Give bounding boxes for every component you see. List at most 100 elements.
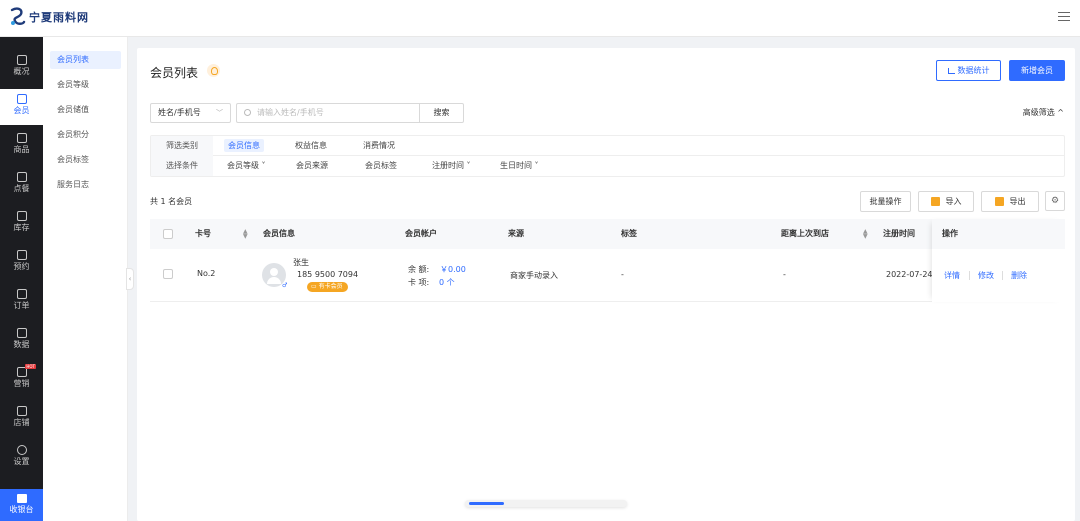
add-member-button[interactable]: 新增会员 [1009, 60, 1065, 81]
operations-column: 操作 详情 修改 删除 [932, 219, 1065, 302]
gear-icon: ⚙ [1050, 196, 1060, 206]
delete-link[interactable]: 删除 [1011, 270, 1027, 281]
chevron-down-icon: ﹀ [216, 109, 223, 117]
data-stats-button[interactable]: 数据统计 [936, 60, 1001, 81]
last-visit-value: - [783, 270, 786, 279]
select-all-checkbox[interactable] [163, 229, 173, 239]
male-icon: ♂ [282, 282, 288, 289]
edit-link[interactable]: 修改 [978, 270, 994, 281]
balance-value[interactable]: ￥0.00 [440, 264, 466, 275]
column-operations: 操作 [932, 219, 1065, 249]
search-button[interactable]: 搜索 [419, 103, 464, 123]
import-button[interactable]: 导入 [918, 191, 974, 212]
nav-item-label: 库存 [13, 223, 30, 232]
table-header: 卡号 ▲ ▼ 会员信息 会员帐户 来源 标签 距离上次到店 ▲ ▼ 注册时间 [150, 219, 1065, 249]
horizontal-scrollbar[interactable] [465, 500, 627, 507]
member-phone: 185 9500 7094 [297, 270, 359, 279]
filter-category-consumption[interactable]: 消费情况 [363, 136, 395, 156]
cashier-icon [16, 494, 27, 503]
nav-item-label: 点餐 [13, 184, 30, 193]
nav-item-data[interactable]: 数据 [0, 323, 43, 359]
column-card-no: 卡号 [195, 229, 211, 238]
nav-item-label: 概况 [13, 67, 30, 76]
row-checkbox[interactable] [163, 269, 173, 279]
sort-icon[interactable]: ▲ ▼ [863, 229, 868, 240]
nav-item-booking[interactable]: 预约 [0, 245, 43, 281]
bar-chart-icon [947, 68, 955, 74]
filter-condition-key: 选择条件 [151, 156, 213, 176]
filter-panel: 筛选类别 会员信息 权益信息 消费情况 选择条件 会员等级 ˅ 会员来源 会员标… [150, 135, 1065, 177]
sub-sidebar: 会员列表 会员等级 会员储值 会员积分 会员标签 服务日志 [43, 37, 128, 521]
filter-category-member-info[interactable]: 会员信息 [224, 139, 264, 152]
divider [969, 271, 970, 280]
calendar-check-icon [16, 250, 27, 260]
search-type-select[interactable]: 姓名/手机号 ﹀ [150, 103, 231, 123]
nav-item-overview[interactable]: 概况 [0, 50, 43, 86]
logo-icon [10, 7, 26, 25]
sort-icon[interactable]: ▲ ▼ [243, 229, 248, 240]
search-type-value: 姓名/手机号 [158, 108, 201, 117]
menu-icon[interactable] [1058, 12, 1070, 22]
subnav-member-list[interactable]: 会员列表 [50, 51, 121, 69]
advanced-filter-toggle[interactable]: 高级筛选 ^ [1023, 107, 1064, 118]
top-bar: 宁夏雨料网 [0, 0, 1080, 37]
divider [1002, 271, 1003, 280]
logo[interactable]: 宁夏雨料网 [9, 6, 89, 28]
main-sidebar: 概况 会员 商品 点餐 库存 预约 订单 数据 HOT 营销 店铺 设置 收银台 [0, 37, 43, 521]
column-register-time: 注册时间 [883, 229, 915, 238]
column-member-account: 会员帐户 [405, 229, 437, 238]
nav-item-label: 会员 [13, 106, 30, 115]
hot-badge: HOT [25, 364, 36, 369]
nav-item-marketing[interactable]: HOT 营销 [0, 362, 43, 398]
detail-link[interactable]: 详情 [944, 270, 960, 281]
subnav-member-level[interactable]: 会员等级 [50, 76, 121, 94]
nav-item-cashier[interactable]: 收银台 [0, 489, 43, 521]
data-stats-label: 数据统计 [957, 66, 990, 75]
balance-label: 余 额: [408, 265, 430, 274]
nav-item-inventory[interactable]: 库存 [0, 206, 43, 242]
column-last-visit: 距离上次到店 [781, 229, 829, 238]
nav-item-label: 收银台 [9, 505, 34, 514]
column-source: 来源 [508, 229, 524, 238]
filter-member-tag[interactable]: 会员标签 [365, 156, 397, 176]
filter-register-time[interactable]: 注册时间 ˅ [432, 156, 471, 176]
subnav-service-log[interactable]: 服务日志 [50, 176, 121, 194]
member-count: 共 1 名会员 [150, 197, 193, 206]
nav-item-ordering[interactable]: 点餐 [0, 167, 43, 203]
subnav-member-tags[interactable]: 会员标签 [50, 151, 121, 169]
lightbulb-icon[interactable] [207, 64, 220, 77]
nav-item-store[interactable]: 店铺 [0, 401, 43, 437]
member-name: 张生 [293, 258, 309, 267]
filter-member-source[interactable]: 会员来源 [296, 156, 328, 176]
filter-condition-row: 选择条件 会员等级 ˅ 会员来源 会员标签 注册时间 ˅ 生日时间 ˅ [151, 156, 1064, 176]
filter-member-level[interactable]: 会员等级 ˅ [227, 156, 266, 176]
table-row[interactable]: No.2 ♂ 张生 185 9500 7094 ▭ 有卡会员 余 额: ￥0.0… [150, 249, 1065, 302]
search-input[interactable]: 请输入姓名/手机号 [236, 103, 419, 123]
clipboard-icon [16, 289, 27, 299]
nav-item-orders[interactable]: 订单 [0, 284, 43, 320]
nav-item-label: 数据 [13, 340, 30, 349]
filter-birthday[interactable]: 生日时间 ˅ [500, 156, 539, 176]
subnav-member-points[interactable]: 会员积分 [50, 126, 121, 144]
batch-operation-button[interactable]: 批量操作 [860, 191, 911, 212]
filter-category-key: 筛选类别 [151, 136, 213, 156]
cards-value[interactable]: 0 个 [439, 277, 455, 288]
scrollbar-thumb[interactable] [469, 502, 504, 505]
collapse-sidebar-button[interactable]: ‹ [126, 268, 134, 290]
gear-icon [16, 445, 27, 455]
nav-item-member[interactable]: 会员 [0, 89, 43, 125]
member-card-badge-label: 有卡会员 [318, 283, 343, 290]
export-button[interactable]: 导出 [981, 191, 1039, 212]
nav-item-goods[interactable]: 商品 [0, 128, 43, 164]
filter-category-row: 筛选类别 会员信息 权益信息 消费情况 [151, 136, 1064, 156]
column-member-info: 会员信息 [263, 229, 295, 238]
filter-category-rights[interactable]: 权益信息 [295, 136, 327, 156]
table-settings-button[interactable]: ⚙ [1045, 191, 1065, 211]
logo-text: 宁夏雨料网 [29, 11, 89, 24]
subnav-member-stored-value[interactable]: 会员储值 [50, 101, 121, 119]
export-label: 导出 [1009, 197, 1026, 206]
import-icon [930, 197, 940, 206]
search-placeholder: 请输入姓名/手机号 [257, 108, 324, 117]
nav-item-settings[interactable]: 设置 [0, 440, 43, 476]
source-value: 商家手动录入 [510, 271, 558, 280]
